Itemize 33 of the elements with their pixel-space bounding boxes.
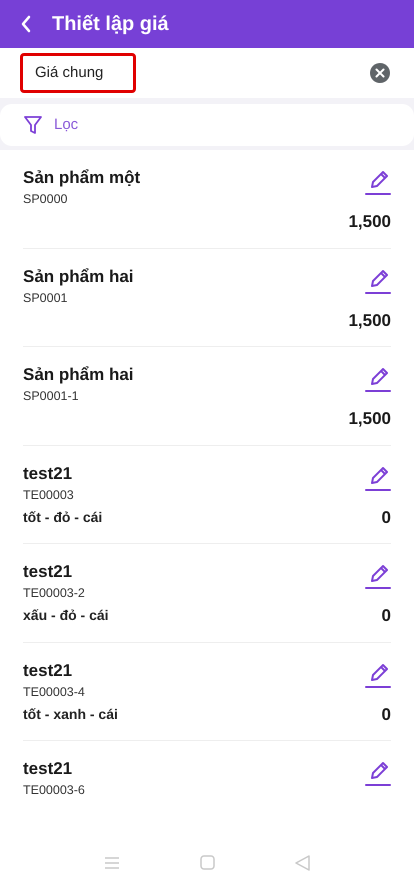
variant-label: tốt - xanh - cái xyxy=(23,704,118,724)
product-code: SP0001 xyxy=(23,290,68,306)
edit-icon[interactable] xyxy=(365,168,391,196)
product-code: SP0001-1 xyxy=(23,388,80,404)
price-value: 1,500 xyxy=(348,408,391,430)
product-code: SP0000 xyxy=(23,191,68,207)
variant-label: xấu - đỏ - cái xyxy=(23,606,109,626)
product-name: test21 xyxy=(23,660,74,680)
product-name: Sản phẩm hai xyxy=(23,365,134,385)
price-value: 0 xyxy=(382,605,391,627)
filter-button[interactable]: Lọc xyxy=(0,104,414,146)
page-title: Thiết lập giá xyxy=(52,12,169,37)
product-code: TE00003-2 xyxy=(23,585,85,601)
clear-icon[interactable] xyxy=(370,63,390,83)
product-code: TE00003 xyxy=(23,486,74,502)
variant-label: tốt - đỏ - cái xyxy=(23,508,102,527)
product-name: Sản phẩm một xyxy=(23,168,140,188)
price-value: 1,500 xyxy=(348,211,391,233)
price-value: 0 xyxy=(382,506,391,528)
product-code: TE00003-4 xyxy=(23,684,85,700)
product-code: TE00003-6 xyxy=(23,782,85,798)
price-value: 0 xyxy=(382,704,391,726)
edit-icon[interactable] xyxy=(365,365,391,393)
product-name: test21 xyxy=(23,464,74,484)
edit-icon[interactable] xyxy=(365,759,391,787)
product-name: Sản phẩm hai xyxy=(23,266,134,286)
filter-icon xyxy=(24,115,42,135)
product-name: test21 xyxy=(23,759,74,779)
edit-icon[interactable] xyxy=(365,562,391,590)
back-icon[interactable] xyxy=(20,15,32,33)
price-value: 1,500 xyxy=(348,310,391,332)
product-name: test21 xyxy=(23,562,74,582)
price-list-field[interactable]: Giá chung xyxy=(20,53,136,93)
